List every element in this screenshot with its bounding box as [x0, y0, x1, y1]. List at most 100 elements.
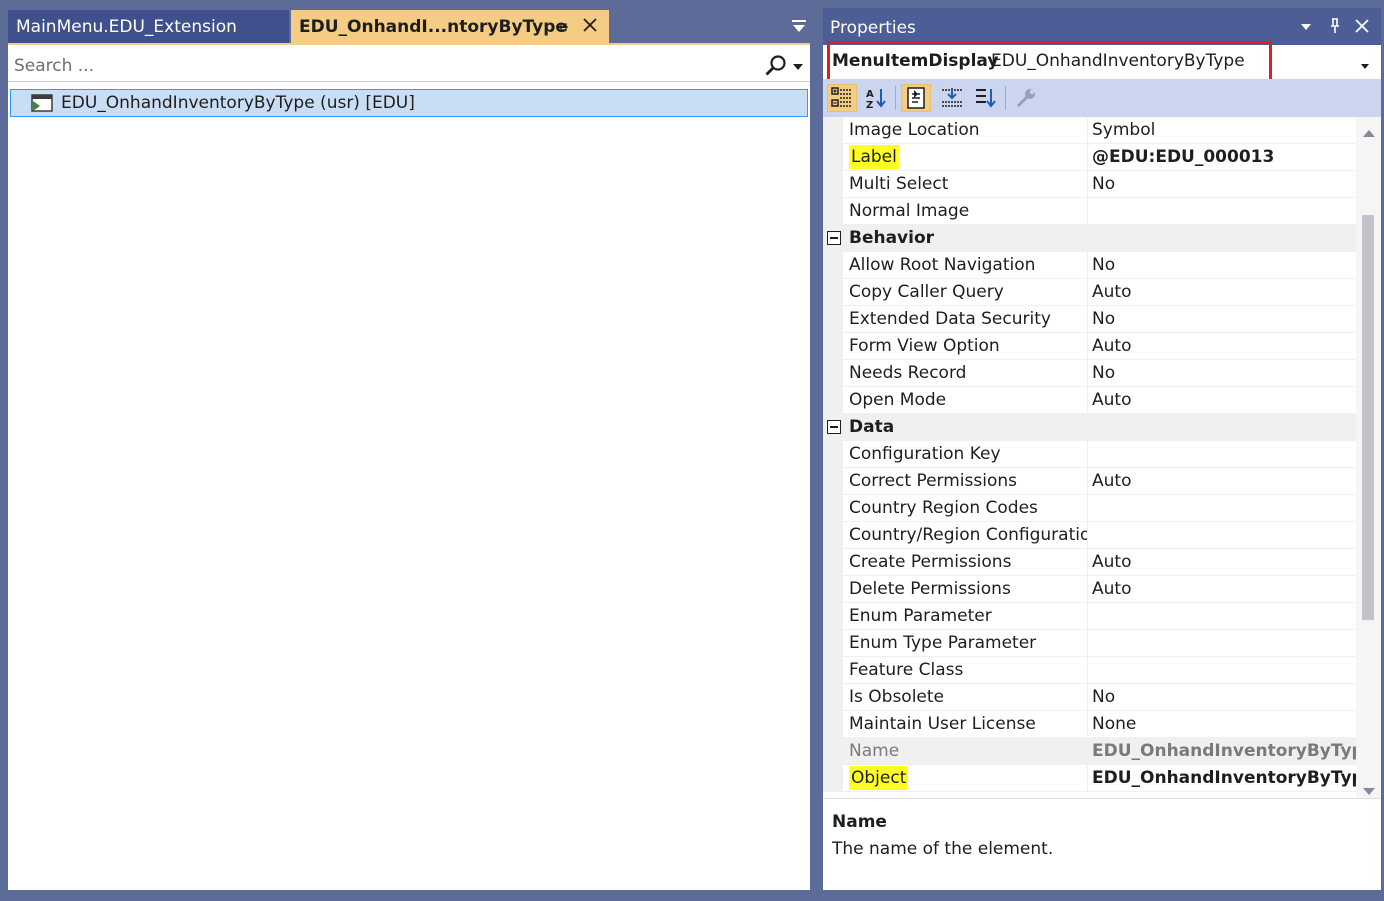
close-icon[interactable]: [1353, 17, 1371, 35]
properties-icon[interactable]: [901, 84, 931, 112]
close-icon[interactable]: [580, 16, 600, 36]
svg-text:A: A: [866, 89, 874, 100]
scrollbar-thumb[interactable]: [1362, 215, 1374, 620]
property-name: Object: [843, 765, 1087, 792]
property-row[interactable]: Correct Permissions Auto: [823, 468, 1356, 495]
property-row[interactable]: Country/Region Configuration: [823, 522, 1356, 549]
search-icon[interactable]: [764, 54, 788, 78]
tab-label: EDU_OnhandI...ntoryByType: [299, 16, 567, 37]
property-row[interactable]: Delete Permissions Auto: [823, 576, 1356, 603]
property-value[interactable]: [1087, 495, 1356, 522]
property-row[interactable]: Maintain User License None: [823, 711, 1356, 738]
property-pages-icon[interactable]: [971, 84, 1001, 112]
property-row[interactable]: Image Location Symbol: [823, 117, 1356, 144]
chevron-down-icon[interactable]: [1359, 56, 1371, 69]
window-options-dropdown-icon[interactable]: [1297, 17, 1315, 35]
row-margin: [823, 711, 843, 738]
search-options-dropdown-icon[interactable]: [790, 58, 806, 74]
category-label: Data: [849, 417, 895, 437]
property-name: Normal Image: [849, 201, 970, 221]
property-row[interactable]: Extended Data Security No: [823, 306, 1356, 333]
property-row[interactable]: Normal Image: [823, 198, 1356, 225]
property-value[interactable]: @EDU:EDU_000013: [1087, 144, 1356, 171]
property-row[interactable]: Needs Record No: [823, 360, 1356, 387]
property-row-selected[interactable]: Name EDU_OnhandInventoryByType: [823, 738, 1356, 765]
property-name: Allow Root Navigation: [849, 255, 1036, 275]
property-row[interactable]: Create Permissions Auto: [823, 549, 1356, 576]
property-row[interactable]: Is Obsolete No: [823, 684, 1356, 711]
property-name: Multi Select: [849, 174, 949, 194]
property-name: Configuration Key: [849, 444, 1001, 464]
wrench-icon[interactable]: [1011, 84, 1041, 112]
property-value[interactable]: Auto: [1087, 387, 1356, 414]
row-margin: [823, 603, 843, 630]
row-margin: [823, 522, 843, 549]
scroll-down-icon[interactable]: [1362, 782, 1376, 795]
property-value[interactable]: Auto: [1087, 333, 1356, 360]
tab-onhand-inventory[interactable]: EDU_OnhandI...ntoryByType: [291, 10, 609, 43]
category-row-data[interactable]: Data: [823, 414, 1356, 441]
property-row[interactable]: Enum Parameter: [823, 603, 1356, 630]
property-value[interactable]: EDU_OnhandInventoryByType: [1087, 738, 1356, 765]
property-row[interactable]: Copy Caller Query Auto: [823, 279, 1356, 306]
property-row[interactable]: Form View Option Auto: [823, 333, 1356, 360]
toolbar-separator: [895, 86, 896, 110]
row-margin: [823, 630, 843, 657]
property-row[interactable]: Allow Root Navigation No: [823, 252, 1356, 279]
property-row[interactable]: Object EDU_OnhandInventoryByType: [823, 765, 1356, 792]
property-row[interactable]: Label @EDU:EDU_000013: [823, 144, 1356, 171]
tab-mainmenu-extension[interactable]: MainMenu.EDU_Extension: [8, 10, 289, 43]
row-margin: [823, 441, 843, 468]
property-value[interactable]: Auto: [1087, 279, 1356, 306]
property-value[interactable]: No: [1087, 684, 1356, 711]
property-value[interactable]: Auto: [1087, 549, 1356, 576]
property-row[interactable]: Open Mode Auto: [823, 387, 1356, 414]
row-margin: [823, 306, 843, 333]
property-value[interactable]: No: [1087, 306, 1356, 333]
property-row[interactable]: Configuration Key: [823, 441, 1356, 468]
object-selector[interactable]: MenuItemDisplay EDU_OnhandInventoryByTyp…: [823, 45, 1381, 79]
property-value[interactable]: No: [1087, 360, 1356, 387]
tab-overflow-dropdown-icon[interactable]: [788, 14, 810, 38]
property-name: Label: [843, 144, 1087, 171]
property-value[interactable]: Auto: [1087, 468, 1356, 495]
property-value[interactable]: Auto: [1087, 576, 1356, 603]
categorized-icon[interactable]: [827, 84, 857, 112]
property-value[interactable]: No: [1087, 252, 1356, 279]
property-value[interactable]: [1087, 522, 1356, 549]
property-value[interactable]: Symbol: [1087, 117, 1356, 144]
property-row[interactable]: Multi Select No: [823, 171, 1356, 198]
property-name: Feature Class: [849, 660, 964, 680]
property-row[interactable]: Enum Type Parameter: [823, 630, 1356, 657]
collapse-icon[interactable]: [827, 420, 841, 434]
property-value[interactable]: None: [1087, 711, 1356, 738]
object-type: MenuItemDisplay: [832, 51, 999, 71]
property-row[interactable]: Feature Class: [823, 657, 1356, 684]
property-value[interactable]: [1087, 198, 1356, 225]
pin-icon[interactable]: [555, 19, 569, 33]
row-margin: [823, 387, 843, 414]
menu-item-icon: [31, 94, 53, 112]
highlighted-property-name: Object: [849, 766, 909, 790]
pin-icon[interactable]: [1326, 17, 1344, 35]
property-value[interactable]: [1087, 441, 1356, 468]
property-row[interactable]: Country Region Codes: [823, 495, 1356, 522]
collapse-icon[interactable]: [827, 231, 841, 245]
property-value[interactable]: [1087, 603, 1356, 630]
property-value[interactable]: No: [1087, 171, 1356, 198]
property-value[interactable]: [1087, 630, 1356, 657]
row-margin: [823, 117, 843, 144]
alphabetical-icon[interactable]: AZ: [861, 84, 891, 112]
tree-item[interactable]: EDU_OnhandInventoryByType (usr) [EDU]: [10, 89, 808, 117]
svg-text:Z: Z: [866, 100, 873, 110]
row-margin: [823, 171, 843, 198]
search-input[interactable]: [14, 53, 754, 79]
property-grid-scrollbar[interactable]: [1356, 117, 1381, 798]
category-row-behavior[interactable]: Behavior: [823, 225, 1356, 252]
events-icon[interactable]: [937, 84, 967, 112]
property-value[interactable]: [1087, 657, 1356, 684]
scroll-up-icon[interactable]: [1362, 123, 1376, 137]
row-margin: [823, 468, 843, 495]
property-name: Delete Permissions: [849, 579, 1011, 599]
property-value[interactable]: EDU_OnhandInventoryByType: [1087, 765, 1356, 792]
